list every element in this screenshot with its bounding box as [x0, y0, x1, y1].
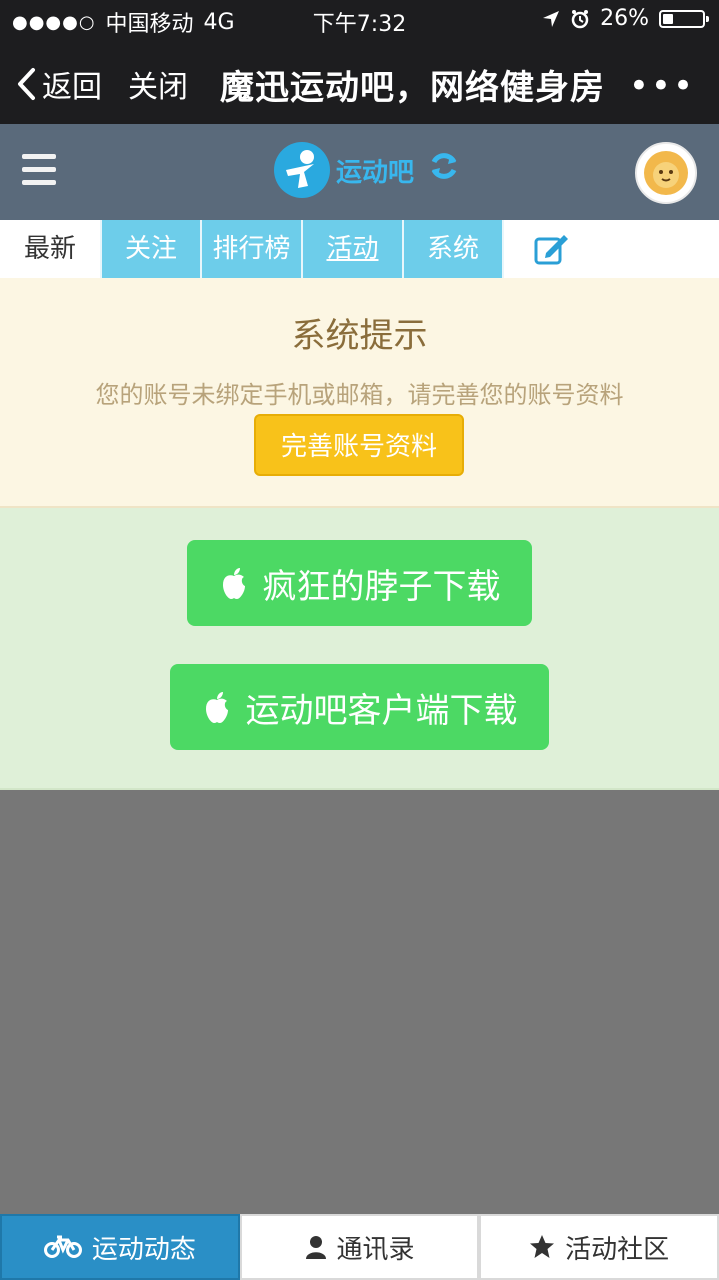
status-bar: ●●●●○ 中国移动 4G 下午7:32 26% — [0, 0, 719, 40]
logo-text: 运动吧 — [336, 157, 415, 188]
user-icon — [305, 1236, 326, 1259]
download-crazy-neck-label: 疯狂的脖子下载 — [262, 566, 501, 607]
bottom-nav: 运动动态 通讯录 活动社区 — [0, 1214, 719, 1280]
tab-following[interactable]: 关注 — [102, 220, 202, 278]
apple-icon — [222, 568, 245, 599]
nav-community-label: 活动社区 — [565, 1234, 670, 1265]
nav-sport-feed-label: 运动动态 — [91, 1234, 196, 1265]
alarm-icon — [571, 9, 589, 28]
tab-system[interactable]: 系统 — [404, 220, 504, 278]
download-crazy-neck-button[interactable]: 疯狂的脖子下载 — [187, 540, 532, 626]
nav-community[interactable]: 活动社区 — [479, 1214, 719, 1280]
runner-logo-icon — [274, 142, 330, 198]
battery-icon — [659, 9, 709, 28]
compose-button[interactable] — [504, 220, 600, 278]
notice-message: 您的账号未绑定手机或邮箱，请完善您的账号资料 — [95, 381, 624, 409]
lion-avatar-icon — [644, 151, 688, 195]
app-logo[interactable]: 运动吧 — [274, 142, 460, 198]
hamburger-menu-icon[interactable] — [22, 154, 56, 186]
download-client-button[interactable]: 运动吧客户端下载 — [170, 664, 549, 750]
more-menu-button[interactable]: ••• — [629, 66, 695, 106]
back-button[interactable]: 返回 — [16, 62, 102, 106]
edit-icon — [534, 235, 568, 265]
nav-sport-feed[interactable]: 运动动态 — [0, 1214, 240, 1280]
tab-activities-label: 活动 — [326, 234, 379, 264]
nav-contacts[interactable]: 通讯录 — [239, 1214, 480, 1280]
battery-percent: 26% — [600, 6, 649, 31]
location-icon — [543, 10, 560, 27]
bicycle-icon — [43, 1235, 82, 1258]
star-icon — [530, 1235, 555, 1258]
tab-activities[interactable]: 活动 — [303, 220, 404, 278]
tab-latest[interactable]: 最新 — [0, 220, 102, 278]
status-right: 26% — [542, 6, 709, 31]
notice-title: 系统提示 — [291, 316, 428, 356]
tab-bar: 最新 关注 排行榜 活动 系统 — [0, 220, 719, 278]
download-section: 疯狂的脖子下载 运动吧客户端下载 — [0, 508, 719, 790]
tab-ranking[interactable]: 排行榜 — [202, 220, 303, 278]
download-client-label: 运动吧客户端下载 — [245, 690, 518, 731]
apple-icon — [205, 692, 228, 723]
refresh-icon[interactable] — [428, 150, 460, 190]
page-title: 魔迅运动吧，网络健身房 — [220, 68, 605, 108]
close-button[interactable]: 关闭 — [128, 62, 188, 106]
chevron-left-icon — [18, 68, 35, 100]
back-label: 返回 — [42, 70, 102, 105]
app-header: 运动吧 — [0, 124, 719, 220]
nav-contacts-label: 通讯录 — [336, 1234, 415, 1265]
avatar[interactable] — [635, 142, 697, 204]
wechat-header: 返回 关闭 魔迅运动吧，网络健身房 ••• — [0, 40, 719, 124]
system-notice: 系统提示 您的账号未绑定手机或邮箱，请完善您的账号资料 完善账号资料 — [0, 278, 719, 508]
complete-profile-button[interactable]: 完善账号资料 — [254, 414, 464, 476]
